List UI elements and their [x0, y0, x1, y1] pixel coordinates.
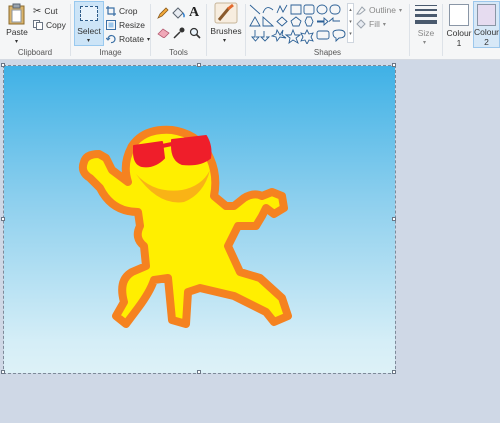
scissors-icon: ✂: [33, 5, 42, 17]
colour1-swatch: [449, 4, 469, 26]
selection-icon: [80, 6, 98, 21]
copy-label: Copy: [46, 20, 66, 30]
colour2-number: 2: [484, 37, 489, 47]
canvas-area[interactable]: [0, 61, 500, 423]
magnifier-icon[interactable]: [189, 27, 201, 39]
chevron-down-icon: ▾: [423, 40, 427, 46]
brushes-label: Brushes: [210, 26, 242, 36]
crop-button[interactable]: Crop: [106, 4, 137, 18]
colour1-number: 1: [456, 38, 462, 48]
chevron-down-icon: ▾: [398, 7, 402, 14]
glasses-bridge: [160, 142, 174, 148]
chevron-down-icon: ▾: [87, 38, 91, 44]
outline-button[interactable]: Outline ▾: [356, 3, 402, 17]
cut-label: Cut: [44, 6, 58, 16]
colour1-button[interactable]: Colour 1: [446, 2, 472, 48]
copy-button[interactable]: Copy: [33, 18, 66, 32]
crop-icon: [106, 6, 116, 16]
brushes-button[interactable]: Brushes ▾: [210, 2, 242, 46]
resize-label: Resize: [119, 20, 145, 30]
colour2-swatch: [477, 4, 496, 26]
line-thickness-icon: [415, 5, 437, 24]
eraser-icon[interactable]: [157, 28, 170, 38]
shapes-group: ▴ ▾ ▾ Outline ▾ Fill ▾ Shapes: [246, 0, 409, 60]
chevron-down-icon: ▾: [382, 21, 386, 28]
resize-button[interactable]: Resize: [106, 18, 145, 32]
size-button[interactable]: Size ▾: [413, 3, 439, 47]
paste-button[interactable]: Paste ▾: [4, 3, 30, 47]
colour2-button[interactable]: Colour 2: [473, 1, 500, 48]
drawing-canvas[interactable]: [1, 63, 396, 374]
colour2-label: Colour: [473, 27, 500, 37]
paste-label: Paste: [6, 27, 28, 37]
clipboard-group-label: Clipboard: [17, 48, 53, 57]
copy-icon: [33, 20, 43, 30]
gallery-scroll-icon[interactable]: ▴ ▾ ▾: [347, 3, 354, 43]
resize-handle[interactable]: [1, 370, 5, 374]
rotate-button[interactable]: Rotate ▾: [106, 32, 150, 46]
tools-group: A Tools: [151, 0, 206, 60]
shapes-gallery-icon[interactable]: [249, 4, 349, 44]
image-group-label: Image: [99, 48, 122, 57]
resize-handle[interactable]: [1, 63, 5, 67]
select-button[interactable]: Select ▾: [74, 1, 104, 46]
resize-handle[interactable]: [392, 217, 396, 221]
resize-handle[interactable]: [392, 63, 396, 67]
colour-picker-icon[interactable]: [173, 27, 185, 39]
brush-icon: [214, 2, 238, 24]
outline-icon: [356, 6, 366, 15]
outline-label: Outline: [369, 5, 396, 15]
shapes-group-label: Shapes: [313, 48, 342, 57]
size-group: Size ▾: [410, 0, 442, 60]
glasses-right-lens: [171, 135, 212, 166]
cut-button[interactable]: ✂ Cut: [33, 4, 58, 18]
rotate-icon: [106, 35, 116, 44]
fill-label: Fill: [369, 19, 380, 29]
resize-handle[interactable]: [197, 63, 201, 67]
pencil-icon[interactable]: [157, 7, 169, 19]
resize-icon: [106, 20, 116, 30]
colours-group: Colour 1 Colour 2: [443, 0, 500, 60]
fill-bucket-icon[interactable]: [171, 7, 185, 19]
select-label: Select: [77, 26, 101, 36]
rotate-label: Rotate: [119, 34, 145, 44]
size-label: Size: [417, 28, 435, 38]
glasses-left-lens: [133, 141, 165, 168]
clipboard-group: Paste ▾ ✂ Cut Copy Clipboard: [0, 0, 70, 60]
paste-icon: [8, 3, 25, 25]
text-tool-icon[interactable]: A: [189, 5, 199, 21]
chevron-down-icon: ▾: [15, 39, 19, 45]
image-group: Select ▾ Crop Resize Rotate ▾ Image: [71, 0, 150, 60]
crop-label: Crop: [119, 6, 138, 16]
brushes-group: Brushes ▾: [207, 0, 245, 60]
fill-icon: [356, 19, 366, 29]
colour1-label: Colour: [446, 28, 472, 38]
ribbon: Paste ▾ ✂ Cut Copy Clipboard Select ▾ Cr…: [0, 0, 500, 60]
resize-handle[interactable]: [392, 370, 396, 374]
resize-handle[interactable]: [1, 217, 5, 221]
chevron-down-icon: ▾: [223, 38, 227, 44]
tools-group-label: Tools: [169, 48, 188, 57]
fill-button[interactable]: Fill ▾: [356, 17, 386, 31]
resize-handle[interactable]: [197, 370, 201, 374]
cartoon-figure-image: [78, 125, 292, 328]
